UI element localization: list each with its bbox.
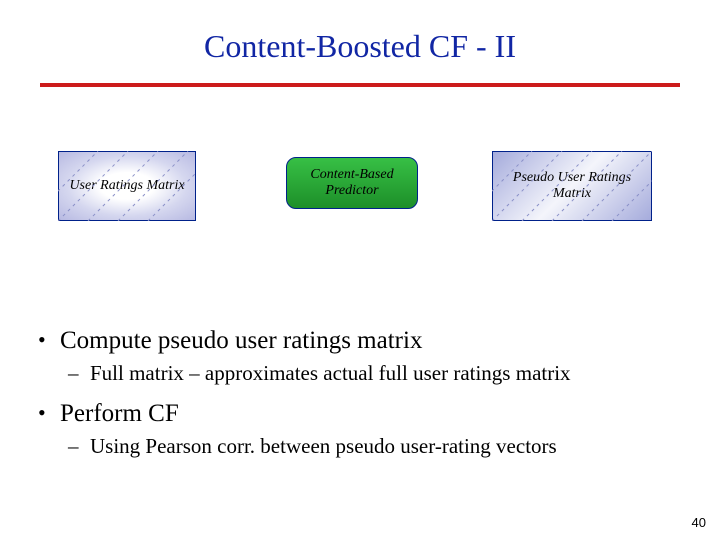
- node-content-based-predictor: Content-Based Predictor: [286, 157, 418, 209]
- bullet-text: Compute pseudo user ratings matrix: [60, 327, 422, 354]
- slide: Content-Boosted CF - II User Ratings Mat…: [0, 0, 720, 540]
- bullet-text: Perform CF: [60, 400, 179, 427]
- sub-bullet: Full matrix – approximates actual full u…: [90, 361, 686, 386]
- title-underline: [40, 83, 680, 87]
- bullet-list: Compute pseudo user ratings matrix Full …: [60, 327, 686, 459]
- flow-diagram: User Ratings Matrix Content-Based Predic…: [40, 137, 680, 307]
- page-number: 40: [692, 515, 706, 530]
- slide-title: Content-Boosted CF - II: [0, 0, 720, 65]
- sub-bullet: Using Pearson corr. between pseudo user-…: [90, 434, 686, 459]
- bullet-item: Compute pseudo user ratings matrix Full …: [60, 327, 686, 386]
- bullet-item: Perform CF Using Pearson corr. between p…: [60, 400, 686, 459]
- node-label: Pseudo User Ratings Matrix: [499, 170, 645, 202]
- node-pseudo-user-ratings-matrix: Pseudo User Ratings Matrix: [492, 151, 652, 221]
- node-label: User Ratings Matrix: [69, 178, 184, 194]
- node-user-ratings-matrix: User Ratings Matrix: [58, 151, 196, 221]
- node-label: Content-Based Predictor: [293, 167, 411, 199]
